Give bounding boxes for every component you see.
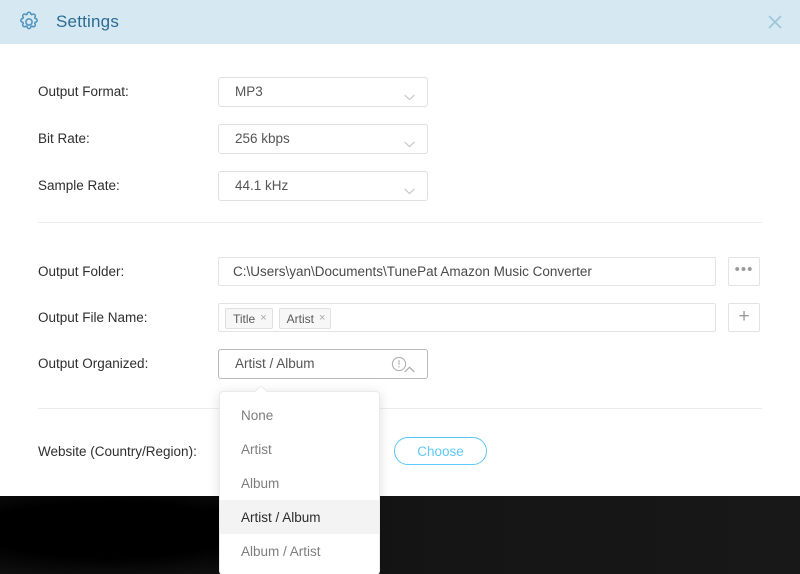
output-file-name-label: Output File Name: [38, 310, 148, 325]
output-folder-label: Output Folder: [38, 264, 125, 279]
info-icon[interactable] [391, 356, 407, 372]
settings-content: Output Format: MP3 Bit Rate: 256 kbps Sa… [0, 44, 800, 496]
dropdown-option-none[interactable]: None [220, 398, 379, 432]
row-output-organized: Output Organized: Artist / Album [0, 349, 800, 379]
divider-bottom [38, 408, 762, 409]
bit-rate-select[interactable]: 256 kbps [218, 124, 428, 154]
tag-label: Title [233, 311, 256, 326]
dropdown-option-artist-album[interactable]: Artist / Album [220, 500, 379, 534]
page-title: Settings [56, 12, 120, 31]
chevron-down-icon [404, 135, 415, 148]
background-artwork [0, 496, 800, 574]
close-button[interactable] [760, 7, 790, 37]
divider-top [38, 222, 762, 223]
output-organized-dropdown: None Artist Album Artist / Album Album /… [219, 391, 380, 574]
row-output-file-name: Output File Name: Title × Artist × + [0, 303, 800, 333]
file-name-tag-list: Title × Artist × [225, 308, 332, 329]
remove-tag-icon[interactable]: × [319, 313, 325, 324]
sample-rate-label: Sample Rate: [38, 178, 120, 193]
file-name-tag[interactable]: Title × [225, 308, 273, 329]
sample-rate-value: 44.1 kHz [235, 178, 289, 193]
output-format-label: Output Format: [38, 84, 129, 99]
chevron-down-icon [404, 182, 415, 195]
row-output-folder: Output Folder: C:\Users\yan\Documents\Tu… [0, 257, 800, 287]
ellipsis-icon: ••• [734, 260, 754, 278]
output-format-value: MP3 [235, 84, 263, 99]
output-file-name-input[interactable]: Title × Artist × [218, 303, 716, 332]
bit-rate-value: 256 kbps [235, 131, 290, 146]
choose-button[interactable]: Choose [394, 437, 487, 465]
remove-tag-icon[interactable]: × [260, 313, 266, 324]
file-name-tag[interactable]: Artist × [278, 308, 332, 329]
dropdown-option-album-artist[interactable]: Album / Artist [220, 534, 379, 568]
row-sample-rate: Sample Rate: 44.1 kHz [0, 171, 800, 201]
title-bar: Settings [0, 0, 800, 44]
website-label: Website (Country/Region): [38, 444, 197, 459]
tag-label: Artist [286, 311, 315, 326]
browse-folder-button[interactable]: ••• [728, 257, 760, 286]
gear-icon [16, 9, 42, 35]
output-organized-label: Output Organized: [38, 356, 149, 371]
bit-rate-label: Bit Rate: [38, 131, 90, 146]
dropdown-caret-icon [255, 386, 267, 392]
settings-window: Settings Output Format: MP3 Bit Rate: 25… [0, 0, 800, 574]
output-folder-input[interactable]: C:\Users\yan\Documents\TunePat Amazon Mu… [218, 257, 716, 286]
chevron-down-icon [404, 88, 415, 101]
row-output-format: Output Format: MP3 [0, 77, 800, 107]
dropdown-option-artist[interactable]: Artist [220, 432, 379, 466]
output-format-select[interactable]: MP3 [218, 77, 428, 107]
row-website: Website (Country/Region): Choose [0, 437, 800, 467]
plus-icon: + [738, 306, 750, 327]
output-organized-value: Artist / Album [235, 356, 315, 371]
row-bit-rate: Bit Rate: 256 kbps [0, 124, 800, 154]
add-tag-button[interactable]: + [728, 303, 760, 332]
output-folder-value: C:\Users\yan\Documents\TunePat Amazon Mu… [233, 264, 592, 279]
dropdown-option-album[interactable]: Album [220, 466, 379, 500]
close-icon [766, 13, 784, 31]
sample-rate-select[interactable]: 44.1 kHz [218, 171, 428, 201]
